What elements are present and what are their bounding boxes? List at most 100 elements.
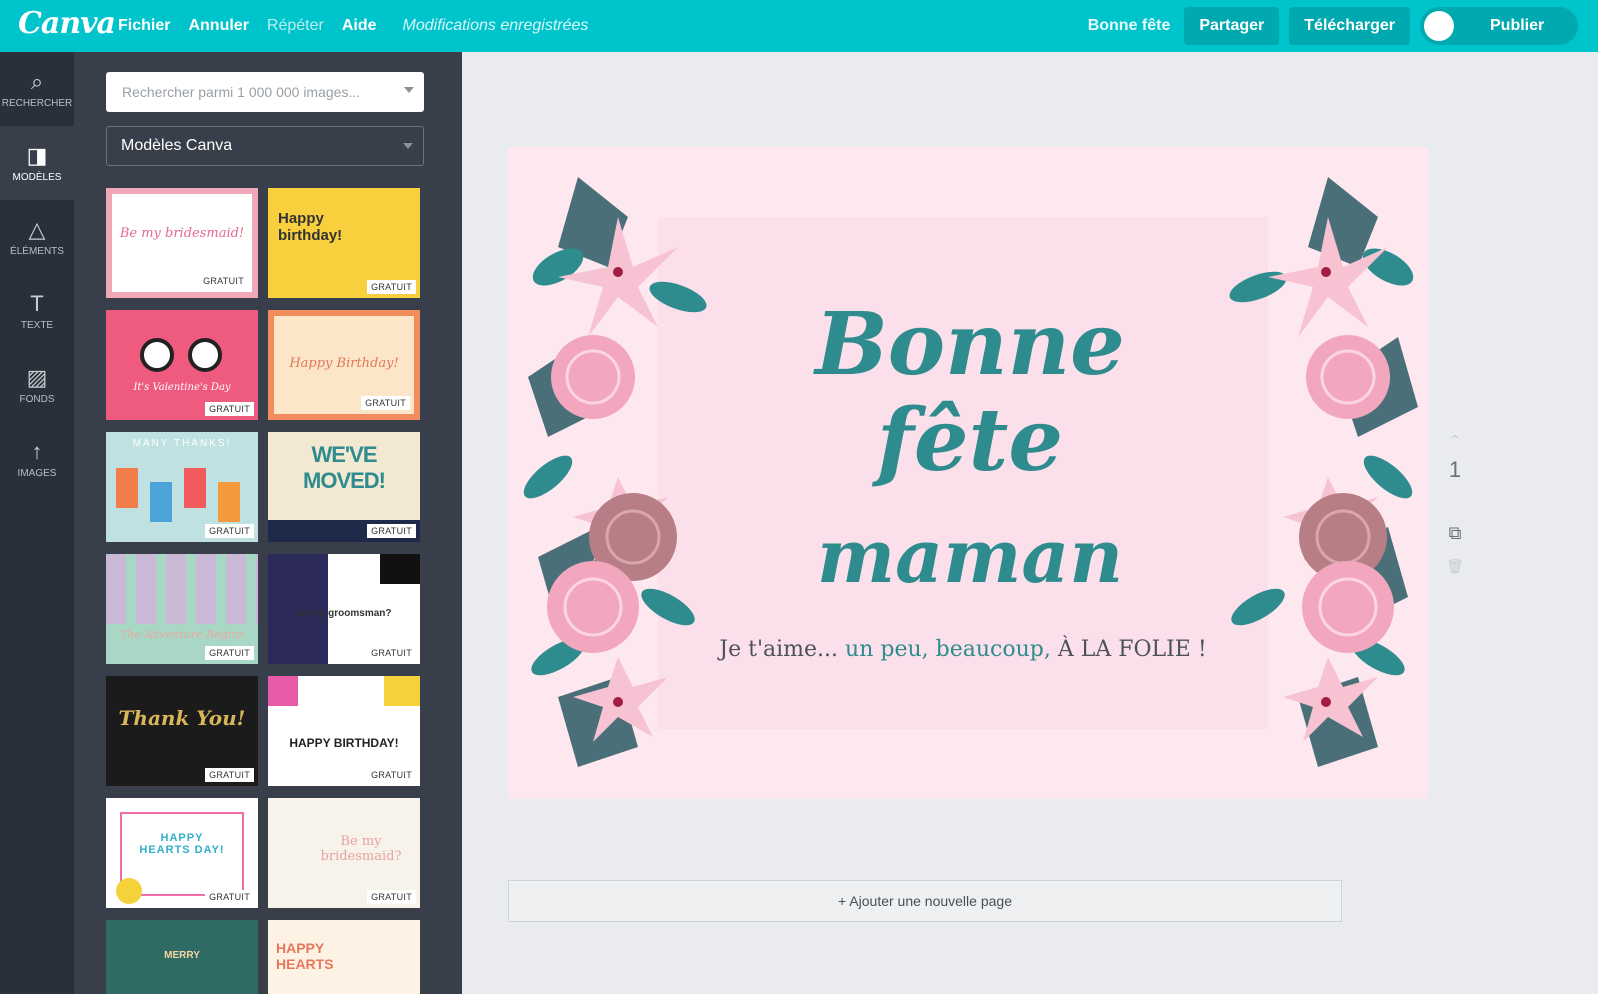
template-text: HAPPY HEARTS (276, 940, 334, 972)
publish-label: Publier (1490, 17, 1545, 34)
top-bar: Canva Fichier Annuler Répéter Aide Modif… (0, 0, 1598, 52)
duplicate-page-icon[interactable]: ⧉ (1440, 523, 1470, 544)
free-badge: GRATUIT (205, 524, 254, 538)
rail-label: IMAGES (17, 467, 57, 479)
free-badge: GRATUIT (205, 890, 254, 904)
free-badge: GRATUIT (367, 890, 416, 904)
chevron-up-icon[interactable]: ⌃ (1440, 432, 1470, 449)
tagline-text[interactable]: Je t'aime... un peu, beaucoup, À LA FOLI… (658, 637, 1268, 662)
free-badge: GRATUIT (205, 402, 254, 416)
template-thumb[interactable]: The Adventure Begins GRATUIT (106, 554, 258, 664)
side-rail: ⌕ RECHERCHER ◨ MODÈLES △ ÉLÉMENTS T TEXT… (0, 52, 74, 994)
template-thumb[interactable]: Be my bridesmaid? GRATUIT (268, 798, 420, 908)
clothes-illustration (218, 482, 240, 522)
canva-logo[interactable]: Canva (18, 6, 116, 41)
rail-label: RECHERCHER (1, 97, 73, 109)
headline-text[interactable]: Bonne fête maman (710, 297, 1230, 605)
template-text: Happy birthday! (278, 210, 343, 244)
template-thumb[interactable]: MERRY (106, 920, 258, 994)
balloon-pattern (106, 554, 258, 624)
template-text: The Adventure Begins (120, 628, 244, 641)
tagline-part-2: un peu, beaucoup, (845, 637, 1051, 662)
free-badge: GRATUIT (367, 646, 416, 660)
save-status: Modifications enregistrées (402, 17, 589, 34)
rail-label: FONDS (19, 393, 55, 405)
template-text: HAPPY HEARTS DAY! (139, 832, 225, 856)
decorative-shape (268, 676, 298, 706)
rail-uploads[interactable]: ↑ IMAGES (0, 422, 74, 496)
template-thumb[interactable]: WE'VE MOVED! GRATUIT (268, 432, 420, 542)
menu-file[interactable]: Fichier (118, 17, 170, 35)
template-text: Happy Birthday! (289, 356, 399, 371)
rail-text[interactable]: T TEXTE (0, 274, 74, 348)
template-text: WE'VE MOVED! (303, 442, 386, 493)
template-thumb[interactable]: Be my bridesmaid! GRATUIT (106, 188, 258, 298)
chevron-down-icon (403, 143, 413, 149)
pattern-icon: ▨ (26, 364, 48, 390)
redo-button[interactable]: Répéter (267, 17, 324, 35)
template-text: Be my bridesmaid! (119, 226, 245, 241)
template-text: It's Valentine's Day (133, 382, 231, 393)
menu-bar: Fichier Annuler Répéter Aide Modificatio… (118, 0, 606, 52)
rail-label: TEXTE (20, 319, 54, 331)
toggle-knob (1424, 11, 1454, 41)
editor-workspace: Bonne fête maman Je t'aime... un peu, be… (462, 52, 1598, 994)
template-thumb[interactable]: be my groomsman? GRATUIT (268, 554, 420, 664)
template-text: MERRY (164, 950, 200, 961)
template-thumb[interactable]: MANY THANKS! GRATUIT (106, 432, 258, 542)
floral-border-left (523, 177, 707, 767)
free-badge: GRATUIT (367, 768, 416, 782)
template-text: Thank You! (118, 706, 246, 730)
chevron-down-icon[interactable] (404, 87, 414, 93)
template-text: MANY THANKS! (132, 438, 232, 449)
template-thumb[interactable]: Thank You! GRATUIT (106, 676, 258, 786)
upload-icon: ↑ (31, 438, 43, 464)
template-thumb[interactable]: HAPPY HEARTS (268, 920, 420, 994)
template-text: HAPPY BIRTHDAY! (289, 736, 399, 750)
search-placeholder: Rechercher parmi 1 000 000 images... (122, 84, 361, 100)
rail-label: ÉLÉMENTS (10, 245, 64, 257)
text-icon: T (30, 290, 44, 316)
shapes-icon: △ (28, 216, 46, 242)
share-button[interactable]: Partager (1184, 7, 1280, 45)
template-thumb[interactable]: HAPPY HEARTS DAY! GRATUIT (106, 798, 258, 908)
download-button[interactable]: Télécharger (1289, 7, 1410, 45)
clothes-illustration (184, 468, 206, 508)
template-thumb[interactable]: HAPPY BIRTHDAY! GRATUIT (268, 676, 420, 786)
decorative-shape (384, 676, 420, 706)
publish-toggle[interactable]: Publier (1420, 7, 1578, 45)
free-badge: GRATUIT (361, 396, 410, 410)
template-text: be my groomsman? (296, 608, 392, 619)
template-thumb[interactable]: It's Valentine's Day GRATUIT (106, 310, 258, 420)
decorative-shape (380, 554, 420, 584)
templates-panel: Rechercher parmi 1 000 000 images... Mod… (74, 52, 462, 994)
template-thumb[interactable]: Happy Birthday! GRATUIT (268, 310, 420, 420)
free-badge: GRATUIT (205, 646, 254, 660)
page-tools: ⌃ 1 ⧉ 🗑 (1440, 432, 1470, 575)
page-number: 1 (1448, 457, 1462, 482)
design-page[interactable]: Bonne fête maman Je t'aime... un peu, be… (508, 147, 1428, 799)
trash-icon[interactable]: 🗑 (1440, 558, 1470, 575)
select-value: Modèles Canva (121, 137, 233, 154)
panda-icon (188, 338, 222, 372)
search-input[interactable]: Rechercher parmi 1 000 000 images... (106, 72, 424, 112)
template-source-select[interactable]: Modèles Canva (106, 126, 424, 166)
rail-search[interactable]: ⌕ RECHERCHER (0, 52, 74, 126)
clothes-illustration (116, 468, 138, 508)
panda-icon (140, 338, 174, 372)
decorative-shape (116, 878, 142, 904)
rail-backgrounds[interactable]: ▨ FONDS (0, 348, 74, 422)
layout-icon: ◨ (26, 142, 48, 168)
rail-elements[interactable]: △ ÉLÉMENTS (0, 200, 74, 274)
tagline-part-1: Je t'aime... (719, 637, 839, 662)
document-title[interactable]: Bonne fête (1088, 17, 1171, 35)
undo-button[interactable]: Annuler (188, 17, 248, 35)
menu-help[interactable]: Aide (342, 17, 377, 35)
template-text: Be my bridesmaid? (320, 834, 402, 864)
add-page-button[interactable]: + Ajouter une nouvelle page (508, 880, 1342, 922)
template-thumb[interactable]: Happy birthday! GRATUIT (268, 188, 420, 298)
rail-label: MODÈLES (12, 171, 62, 183)
rail-templates[interactable]: ◨ MODÈLES (0, 126, 74, 200)
free-badge: GRATUIT (367, 524, 416, 538)
clothes-illustration (150, 482, 172, 522)
